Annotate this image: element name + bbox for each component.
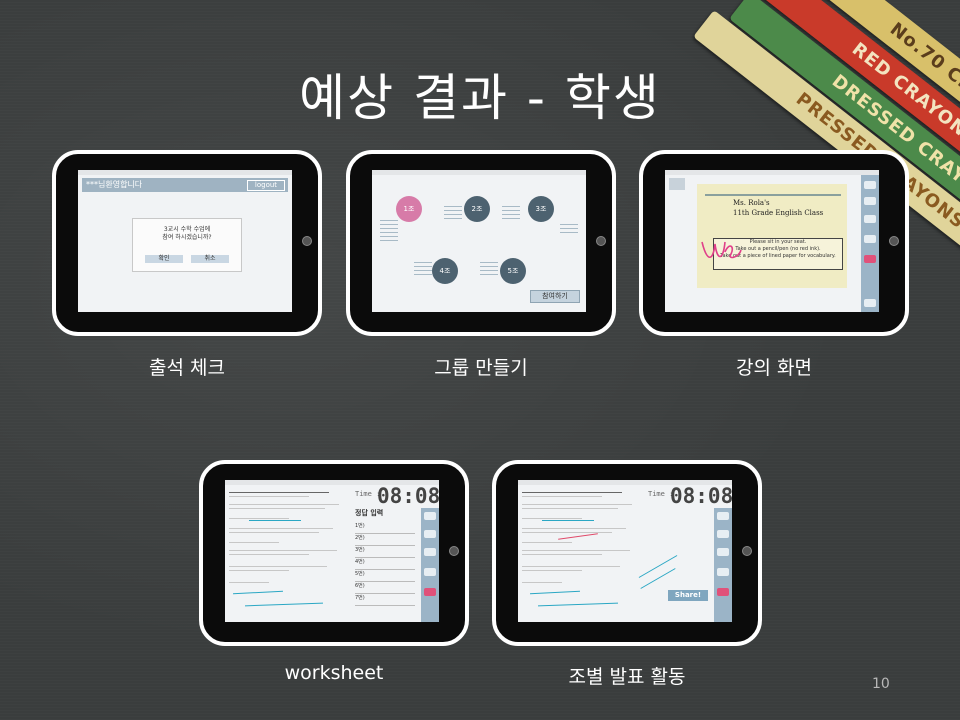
member-list: [480, 262, 498, 278]
answer-row[interactable]: 2번): [355, 534, 415, 546]
tablet-attendance: ***님환영합니다 logout 3교시 수학 수업에 참여 하시겠습니까? 확…: [52, 150, 322, 336]
camera-icon: [449, 546, 459, 556]
dialog-message-line: 참여 하시겠습니까?: [162, 234, 212, 241]
eraser-tool-icon[interactable]: [717, 548, 729, 556]
member-list: [444, 206, 462, 222]
color-tool-icon[interactable]: [424, 588, 436, 596]
pen-tool-icon[interactable]: [864, 181, 876, 189]
next-tool-icon[interactable]: [864, 299, 876, 307]
status-bar: [78, 170, 292, 175]
handwriting-annotation: [701, 241, 742, 259]
answer-header: 정답 입력: [355, 509, 384, 517]
caption-groups: 그룹 만들기: [434, 357, 528, 379]
worksheet-document: [522, 488, 642, 620]
teacher-name: Ms. Rola's: [733, 199, 770, 207]
answer-row[interactable]: 1번): [355, 522, 415, 534]
caption-attendance: 출석 체크: [149, 357, 225, 379]
group-2-button[interactable]: 2조: [464, 196, 490, 222]
join-button[interactable]: 참여하기: [530, 290, 580, 303]
camera-icon: [889, 236, 899, 246]
marker-tool-icon[interactable]: [424, 530, 436, 538]
timer: Time : 08:08: [648, 484, 732, 508]
color-tool-icon[interactable]: [864, 255, 876, 263]
group-3-button[interactable]: 3조: [528, 196, 554, 222]
timer-value: 08:08: [377, 484, 439, 508]
cancel-button[interactable]: 취소: [191, 255, 229, 263]
tablet-lecture: Ms. Rola's 11th Grade English Class Plea…: [639, 150, 909, 336]
app-icon[interactable]: [669, 178, 685, 190]
divider: [705, 194, 841, 196]
tablet-presentation: Time : 08:08 Share!: [492, 460, 762, 646]
pen-tool-icon[interactable]: [717, 512, 729, 520]
group-5-button[interactable]: 5조: [500, 258, 526, 284]
page-number: 10: [872, 676, 890, 692]
tool-sidebar: [714, 508, 732, 622]
tool-sidebar: [861, 175, 879, 312]
group-1-button[interactable]: 1조: [396, 196, 422, 222]
tablet-screen: 1조 2조 3조 4조 5조 참여하기: [372, 170, 586, 312]
eraser-tool-icon[interactable]: [424, 548, 436, 556]
instruction-line: Take out a pencil/pen (no red ink).: [735, 246, 821, 252]
timer: Time : 08:08: [355, 484, 439, 508]
tablet-groups: 1조 2조 3조 4조 5조 참여하기: [346, 150, 616, 336]
member-list: [502, 206, 520, 222]
handwriting-ink: [542, 520, 594, 521]
member-list: [560, 224, 578, 236]
slide-heading: Ms. Rola's 11th Grade English Class: [733, 198, 823, 218]
timer-value: 08:08: [670, 484, 732, 508]
handwriting-ink: [640, 568, 676, 589]
member-list: [414, 262, 432, 278]
camera-icon: [302, 236, 312, 246]
marker-tool-icon[interactable]: [717, 530, 729, 538]
status-bar: [372, 170, 586, 175]
pen-tool-icon[interactable]: [424, 512, 436, 520]
class-name: 11th Grade English Class: [733, 209, 824, 217]
caption-presentation: 조별 발표 활동: [568, 666, 686, 688]
welcome-text: ***님환영합니다: [86, 180, 143, 189]
dialog-message-line: 3교시 수학 수업에: [163, 226, 211, 233]
worksheet-document: [229, 488, 349, 620]
tablet-worksheet: Time : 08:08 정답 입력 1번) 2번) 3번) 4번) 5번) 6…: [199, 460, 469, 646]
group-4-button[interactable]: 4조: [432, 258, 458, 284]
attendance-dialog: 3교시 수학 수업에 참여 하시겠습니까? 확인 취소: [132, 218, 242, 272]
color-tool-icon[interactable]: [717, 588, 729, 596]
screen-tool-icon[interactable]: [864, 235, 876, 243]
confirm-button[interactable]: 확인: [145, 255, 183, 263]
screen-tool-icon[interactable]: [717, 568, 729, 576]
caption-lecture: 강의 화면: [736, 357, 812, 379]
answer-row[interactable]: 6번): [355, 582, 415, 594]
app-header: ***님환영합니다 logout: [82, 178, 288, 192]
camera-icon: [596, 236, 606, 246]
page-title: 예상 결과 - 학생: [299, 69, 661, 127]
share-button[interactable]: Share!: [668, 590, 708, 601]
marker-tool-icon[interactable]: [864, 215, 876, 223]
answer-row[interactable]: 4번): [355, 558, 415, 570]
handwriting-ink: [249, 520, 301, 521]
answer-row[interactable]: 7번): [355, 594, 415, 606]
answer-row[interactable]: 3번): [355, 546, 415, 558]
tablet-screen: ***님환영합니다 logout 3교시 수학 수업에 참여 하시겠습니까? 확…: [78, 170, 292, 312]
tablet-screen: Ms. Rola's 11th Grade English Class Plea…: [665, 170, 879, 312]
status-bar: [665, 170, 879, 175]
handwriting-ink: [638, 555, 678, 578]
lecture-slide: Ms. Rola's 11th Grade English Class Plea…: [697, 184, 847, 288]
logout-button[interactable]: logout: [247, 180, 285, 191]
answer-row[interactable]: 5번): [355, 570, 415, 582]
tool-sidebar: [421, 508, 439, 622]
eraser-tool-icon[interactable]: [864, 197, 876, 205]
camera-icon: [742, 546, 752, 556]
answer-panel: 정답 입력 1번) 2번) 3번) 4번) 5번) 6번) 7번): [355, 508, 415, 606]
screen-tool-icon[interactable]: [424, 568, 436, 576]
instruction-line: Please sit in your seat.: [749, 239, 807, 245]
member-list: [380, 220, 398, 244]
tablet-screen: Time : 08:08 Share!: [518, 480, 732, 622]
caption-worksheet: worksheet: [284, 662, 384, 684]
tablet-screen: Time : 08:08 정답 입력 1번) 2번) 3번) 4번) 5번) 6…: [225, 480, 439, 622]
dialog-message: 3교시 수학 수업에 참여 하시겠습니까?: [133, 226, 241, 242]
